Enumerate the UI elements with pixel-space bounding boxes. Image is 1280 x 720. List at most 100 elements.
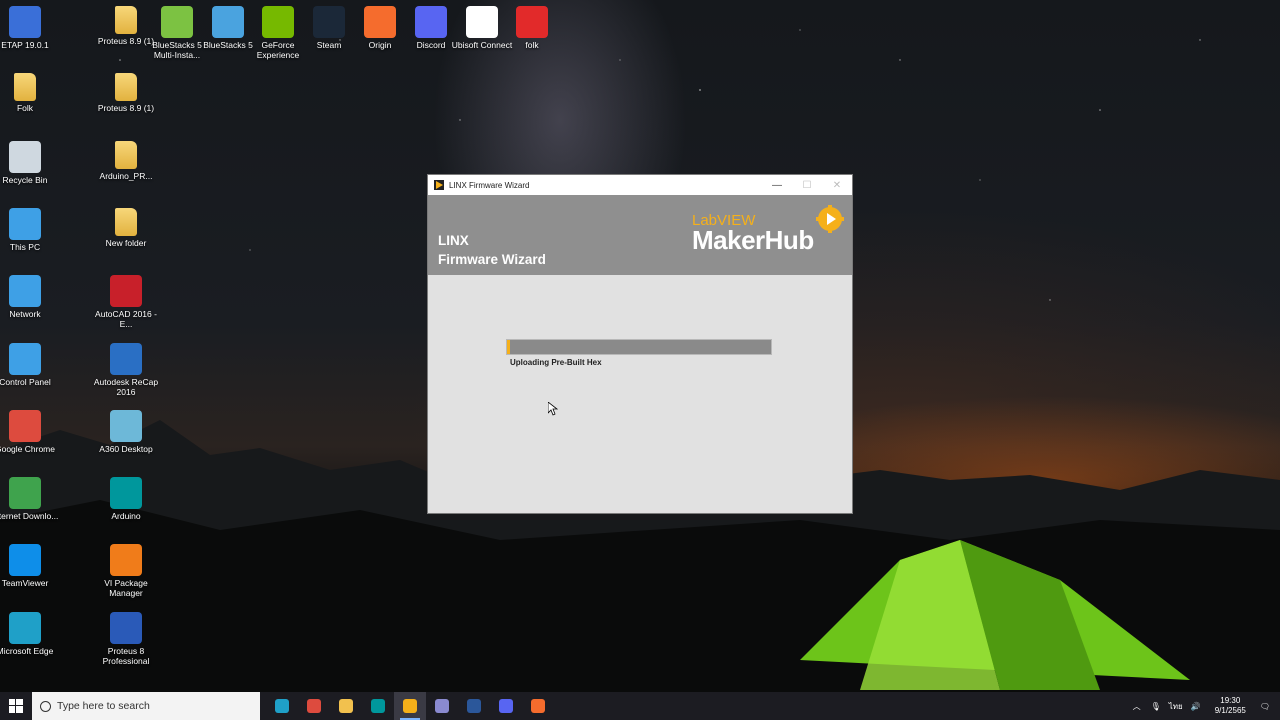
wizard-header: LINX Firmware Wizard LabVIEW MakerHub <box>428 195 852 275</box>
proteus-icon <box>110 611 142 644</box>
maximize-button[interactable]: ☐ <box>792 175 822 195</box>
system-tray: ︿ 🎙 ไทย 🔊 19:30 9/1/2565 🗨 <box>1127 692 1280 720</box>
desktop-icon-label: Recycle Bin <box>2 174 48 185</box>
desktop-icon-label: Arduino <box>111 511 141 522</box>
clock[interactable]: 19:30 9/1/2565 <box>1215 696 1246 716</box>
taskbar-app[interactable] <box>330 692 362 720</box>
desktop-icon[interactable]: Recycle Bin <box>0 140 59 185</box>
teamviewer-icon <box>9 544 41 577</box>
desktop-icon[interactable]: Control Panel <box>0 342 59 387</box>
desktop-icon[interactable]: Proteus 8.9 (1) <box>92 73 160 113</box>
folder-icon <box>115 207 137 236</box>
taskbar-app[interactable] <box>266 692 298 720</box>
desktop-icon-label: VI Package Manager <box>104 578 148 599</box>
desktop-icon-label: Google Chrome <box>0 443 55 454</box>
taskbar-app[interactable] <box>394 692 426 720</box>
desktop-icon[interactable]: New folder <box>92 207 160 248</box>
makerhub-logo-text: MakerHub <box>692 225 814 255</box>
window-titlebar[interactable]: LINX Firmware Wizard — ☐ ✕ <box>428 175 852 195</box>
geforce-icon <box>262 6 294 38</box>
bluestacks-multi-icon <box>161 6 193 38</box>
desktop-icon-label: folk <box>525 40 539 50</box>
desktop-icon[interactable]: folk <box>498 6 566 50</box>
taskbar-app[interactable] <box>298 692 330 720</box>
recap-icon <box>110 342 142 375</box>
volume-icon[interactable]: 🔊 <box>1191 702 1201 711</box>
linx-firmware-wizard-window: LINX Firmware Wizard — ☐ ✕ LINX Firmware… <box>427 174 853 514</box>
desktop-icon-label: ETAP 19.0.1 <box>1 40 49 50</box>
desktop-icon[interactable]: A360 Desktop <box>92 409 160 454</box>
window-title: LINX Firmware Wizard <box>449 180 530 190</box>
file-explorer-icon <box>339 699 353 713</box>
desktop-icon-label: New folder <box>105 237 147 248</box>
chrome-icon <box>9 409 41 442</box>
upload-progress-bar <box>506 339 772 355</box>
ubisoft-icon <box>466 6 498 38</box>
taskbar-app[interactable] <box>362 692 394 720</box>
upload-progress-fill <box>507 340 510 354</box>
language-indicator[interactable]: ไทย <box>1169 700 1183 713</box>
taskbar-app[interactable] <box>426 692 458 720</box>
desktop-icon[interactable]: Autodesk ReCap 2016 <box>92 342 160 397</box>
edge-icon <box>9 611 41 644</box>
clock-date: 9/1/2565 <box>1214 706 1246 715</box>
discord-icon <box>499 699 513 713</box>
desktop-icon-label: Folk <box>16 103 34 114</box>
minimize-button[interactable]: — <box>762 175 792 195</box>
desktop-icon-label: Proteus 8.9 (1) <box>97 103 155 114</box>
taskbar-app[interactable] <box>458 692 490 720</box>
desktop-icon-label: Control Panel <box>0 376 51 387</box>
makerhub-gear-icon <box>816 205 844 233</box>
windows-logo-icon <box>9 699 23 713</box>
desktop-icon[interactable]: AutoCAD 2016 - E... <box>92 275 160 329</box>
desktop-icon-label: This PC <box>9 241 41 252</box>
desktop-icon-label: A360 Desktop <box>99 443 153 454</box>
desktop-icon-label: TeamViewer <box>1 578 49 589</box>
upload-status-text: Uploading Pre-Built Hex <box>510 358 602 367</box>
desktop-icon[interactable]: Google Chrome <box>0 409 59 454</box>
search-icon <box>40 700 51 712</box>
desktop-icon[interactable]: ETAP 19.0.1 <box>0 6 59 50</box>
folder-icon <box>115 140 137 169</box>
origin-icon <box>364 6 396 38</box>
folder-icon <box>115 73 137 102</box>
chevron-up-icon[interactable]: ︿ <box>1133 701 1141 712</box>
notification-icon[interactable]: 🗨 <box>1260 702 1270 711</box>
desktop-icon[interactable]: Internet Downlo... <box>0 477 59 521</box>
autocad-icon <box>110 275 142 308</box>
a360-icon <box>110 409 142 442</box>
steam-icon <box>313 6 345 38</box>
linx-icon <box>403 699 417 713</box>
taskbar-search-box[interactable]: Type here to search <box>32 692 260 720</box>
chrome-icon <box>307 699 321 713</box>
microphone-icon[interactable]: 🎙 <box>1151 702 1161 711</box>
idm-icon <box>9 477 41 510</box>
start-button[interactable] <box>0 692 32 720</box>
desktop-icon[interactable]: TeamViewer <box>0 544 59 588</box>
taskbar-app[interactable] <box>490 692 522 720</box>
wizard-title-line1: LINX <box>438 233 469 248</box>
desktop-icon[interactable]: Network <box>0 275 59 319</box>
discord-icon <box>415 6 447 38</box>
close-button[interactable]: ✕ <box>822 175 852 195</box>
desktop-icon-label: Proteus 8 Professional <box>102 645 150 666</box>
desktop-icon[interactable]: Arduino <box>92 477 160 521</box>
recycle-bin-icon <box>9 140 41 173</box>
desktop-icon[interactable]: Microsoft Edge <box>0 611 59 656</box>
word-icon <box>467 699 481 713</box>
desktop-icon-label: AutoCAD 2016 - E... <box>95 309 157 330</box>
taskbar-pinned-apps <box>266 692 554 720</box>
desktop-icon[interactable]: This PC <box>0 207 59 252</box>
arduino-icon <box>371 699 385 713</box>
calculator-icon <box>435 699 449 713</box>
network-icon <box>9 275 41 308</box>
desktop-icon[interactable]: Arduino_PR... <box>92 140 160 181</box>
desktop-icon-label: Arduino_PR... <box>99 170 153 181</box>
folder-user-icon <box>14 73 36 102</box>
desktop-icon[interactable]: VI Package Manager <box>92 544 160 598</box>
desktop-icon[interactable]: Proteus 8 Professional <box>92 611 160 666</box>
taskbar-app[interactable] <box>522 692 554 720</box>
desktop-icon-label: Network <box>9 309 41 320</box>
desktop-icon[interactable]: Folk <box>0 73 59 113</box>
taskbar: Type here to search ︿ 🎙 ไทย 🔊 19:30 9/1/… <box>0 692 1280 720</box>
